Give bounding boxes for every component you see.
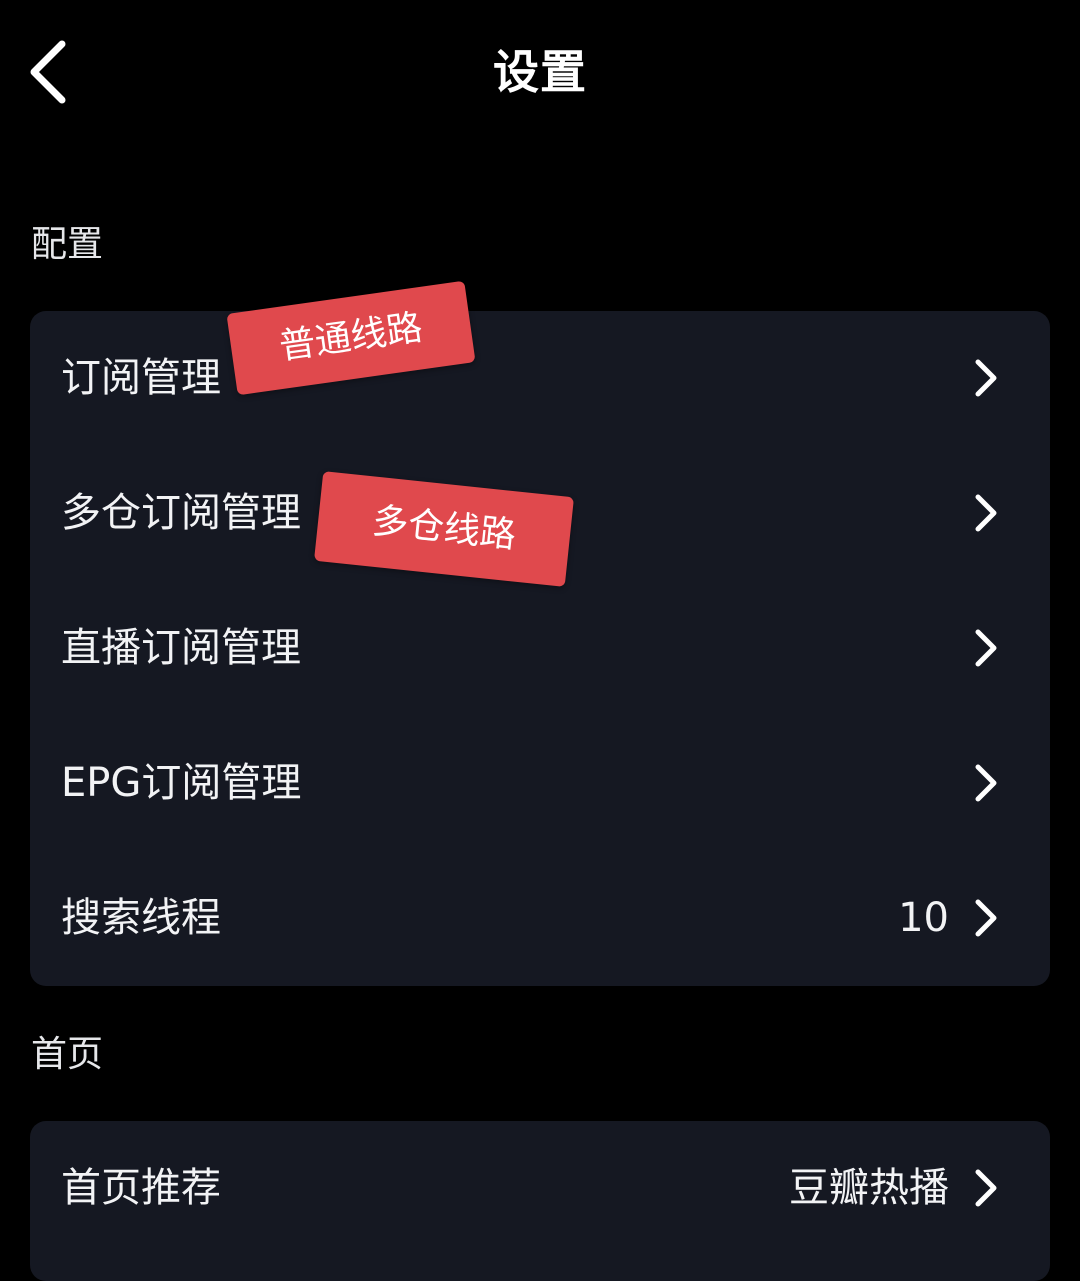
chevron-right-icon: [970, 763, 1000, 803]
settings-row-search-threads[interactable]: 搜索线程 10: [30, 851, 1050, 986]
chevron-right-icon: [970, 1168, 1000, 1208]
search-threads-value: 10: [898, 895, 949, 941]
chevron-right-icon: [970, 628, 1000, 668]
row-label: 首页推荐: [61, 1165, 221, 1211]
row-label: 搜索线程: [61, 895, 221, 941]
page-title: 设置: [493, 45, 587, 99]
header-bar: 设置: [0, 0, 1080, 150]
settings-row-live-subscription[interactable]: 直播订阅管理: [30, 581, 1050, 716]
section-label-home: 首页: [31, 1034, 104, 1075]
home-card: 首页推荐 豆瓣热播: [30, 1121, 1050, 1281]
chevron-right-icon: [970, 358, 1000, 398]
chevron-right-icon: [970, 493, 1000, 533]
config-card: 订阅管理 多仓订阅管理 直播订阅管理 EPG订阅管理 搜索线程 10: [30, 311, 1050, 986]
chevron-right-icon: [970, 898, 1000, 938]
row-label: 直播订阅管理: [61, 625, 301, 671]
settings-row-home-recommendation[interactable]: 首页推荐 豆瓣热播: [30, 1121, 1050, 1256]
section-label-config: 配置: [31, 224, 104, 265]
settings-row-subscription[interactable]: 订阅管理: [30, 311, 1050, 446]
home-recommendation-value: 豆瓣热播: [789, 1165, 949, 1211]
settings-row-epg-subscription[interactable]: EPG订阅管理: [30, 716, 1050, 851]
row-label: 多仓订阅管理: [61, 490, 301, 536]
row-label: EPG订阅管理: [61, 760, 302, 806]
row-label: 订阅管理: [61, 355, 221, 401]
